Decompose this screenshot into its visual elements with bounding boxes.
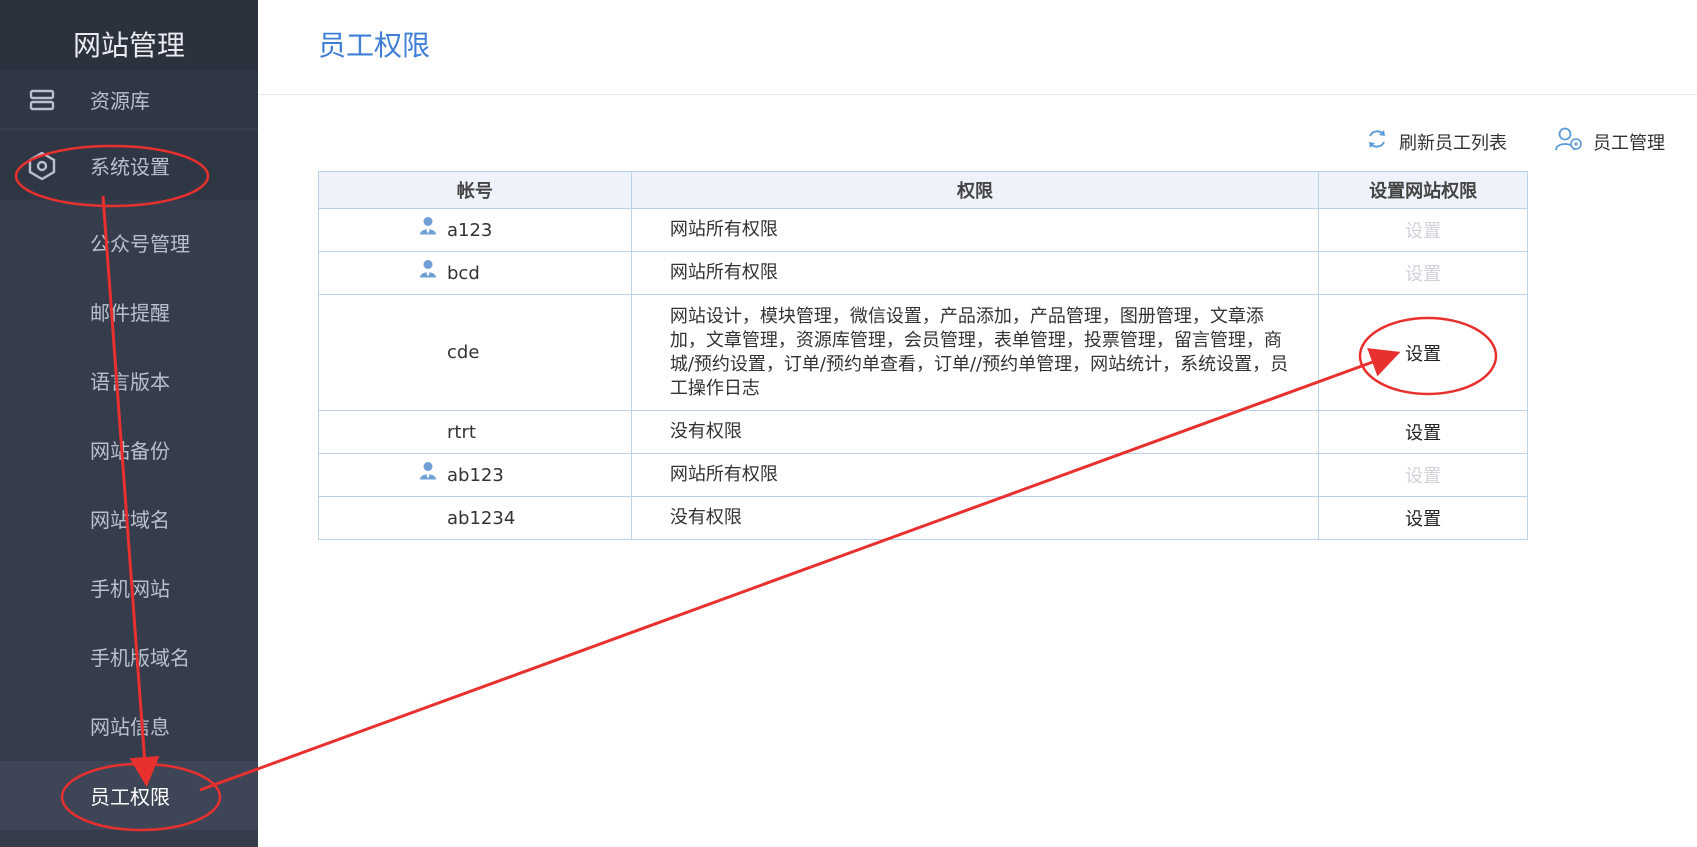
admin-user-icon [419, 216, 437, 241]
sidebar-item-mobile-site[interactable]: 手机网站 [0, 553, 258, 622]
table-row: a123 网站所有权限 设置 [318, 208, 1528, 252]
sidebar-item-label: 资源库 [90, 88, 150, 113]
table-header-row: 帐号 权限 设置网站权限 [318, 171, 1528, 209]
refresh-icon [1365, 127, 1389, 156]
user-gear-icon [1555, 126, 1583, 157]
admin-user-icon [419, 461, 437, 486]
sidebar-item-label: 网站域名 [90, 508, 170, 532]
sidebar-item-mobile-domain[interactable]: 手机版域名 [0, 622, 258, 691]
set-permission-button[interactable]: 设置 [1405, 509, 1441, 530]
permission-cell: 没有权限 [630, 496, 1320, 540]
page-title: 员工权限 [318, 29, 431, 62]
set-permission-button: 设置 [1405, 264, 1442, 285]
action-cell: 设置 [1318, 294, 1528, 411]
sidebar-item-domain[interactable]: 网站域名 [0, 484, 258, 553]
sidebar-item-resources[interactable]: 资源库 [0, 70, 258, 128]
account-name: a123 [447, 219, 493, 241]
sidebar-item-label: 系统设置 [90, 155, 170, 179]
table-row: ab1234 没有权限 设置 [318, 496, 1528, 540]
account-cell: ab123 [318, 453, 632, 497]
sidebar-item-site-info[interactable]: 网站信息 [0, 691, 258, 760]
refresh-label: 刷新员工列表 [1399, 132, 1507, 154]
action-cell: 设置 [1318, 410, 1528, 454]
main-header: 员工权限 [258, 0, 1697, 95]
account-cell: ab1234 [318, 496, 632, 540]
sidebar-item-label: 网站信息 [90, 715, 170, 739]
account-name: ab1234 [447, 507, 516, 529]
set-permission-button[interactable]: 设置 [1405, 344, 1441, 365]
account-cell: bcd [318, 251, 632, 295]
table-row: bcd 网站所有权限 设置 [318, 251, 1528, 295]
main-content: 员工权限 刷新员工列表 员工管理 帐号 权限 设置网站权限 a123 网站所有权… [258, 0, 1697, 847]
set-permission-button: 设置 [1405, 221, 1442, 242]
action-cell: 设置 [1318, 453, 1528, 497]
refresh-staff-button[interactable]: 刷新员工列表 [1365, 127, 1507, 156]
account-name: cde [447, 342, 480, 363]
account-cell: a123 [318, 208, 632, 252]
set-permission-button: 设置 [1405, 466, 1442, 487]
sidebar-item-staff-permissions[interactable]: 员工权限 [0, 761, 258, 830]
sidebar-item-label: 公众号管理 [90, 232, 190, 256]
account-name: bcd [447, 262, 480, 284]
permission-cell: 网站所有权限 [630, 453, 1320, 497]
sidebar-item-label: 网站备份 [90, 439, 170, 463]
sidebar-item-label: 手机版域名 [90, 646, 190, 670]
account-name: rtrt [447, 421, 476, 443]
table-row: ab123 网站所有权限 设置 [318, 453, 1528, 497]
action-cell: 设置 [1318, 208, 1528, 252]
sidebar-item-label: 邮件提醒 [90, 301, 170, 325]
account-cell: cde [318, 294, 632, 411]
sidebar-item-email-reminder[interactable]: 邮件提醒 [0, 277, 258, 346]
permission-cell: 网站设计，模块管理，微信设置，产品添加，产品管理，图册管理，文章添加，文章管理，… [630, 294, 1320, 411]
staff-permission-table: 帐号 权限 设置网站权限 a123 网站所有权限 设置 bcd 网站所有权限 设… [318, 171, 1528, 540]
action-cell: 设置 [1318, 251, 1528, 295]
sidebar-item-language[interactable]: 语言版本 [0, 346, 258, 415]
header-permission: 权限 [630, 171, 1320, 209]
permission-cell: 没有权限 [630, 410, 1320, 454]
account-cell: rtrt [318, 410, 632, 454]
sidebar-item-label: 手机网站 [90, 577, 170, 601]
set-permission-button[interactable]: 设置 [1405, 423, 1441, 444]
account-name: ab123 [447, 464, 504, 486]
sidebar-item-backup[interactable]: 网站备份 [0, 415, 258, 484]
staff-manage-label: 员工管理 [1593, 132, 1665, 154]
sidebar-item-wechat[interactable]: 公众号管理 [0, 208, 258, 277]
header-set-permission: 设置网站权限 [1318, 171, 1528, 209]
toolbar: 刷新员工列表 员工管理 [1365, 126, 1665, 157]
header-account: 帐号 [318, 171, 632, 209]
permission-cell: 网站所有权限 [630, 251, 1320, 295]
gear-hex-icon [26, 150, 58, 182]
staff-manage-button[interactable]: 员工管理 [1555, 126, 1665, 157]
table-row: cde 网站设计，模块管理，微信设置，产品添加，产品管理，图册管理，文章添加，文… [318, 294, 1528, 411]
permission-cell: 网站所有权限 [630, 208, 1320, 252]
sidebar: 网站管理 资源库 系统设置 公众号管理 邮件提醒 语言版本 网站备份 网站域名 … [0, 0, 258, 847]
action-cell: 设置 [1318, 496, 1528, 540]
sidebar-item-system-settings[interactable]: 系统设置 [0, 131, 258, 200]
server-icon [26, 83, 58, 115]
table-row: rtrt 没有权限 设置 [318, 410, 1528, 454]
sidebar-item-label: 员工权限 [90, 785, 170, 809]
sidebar-item-label: 语言版本 [90, 370, 170, 394]
admin-user-icon [419, 259, 437, 284]
